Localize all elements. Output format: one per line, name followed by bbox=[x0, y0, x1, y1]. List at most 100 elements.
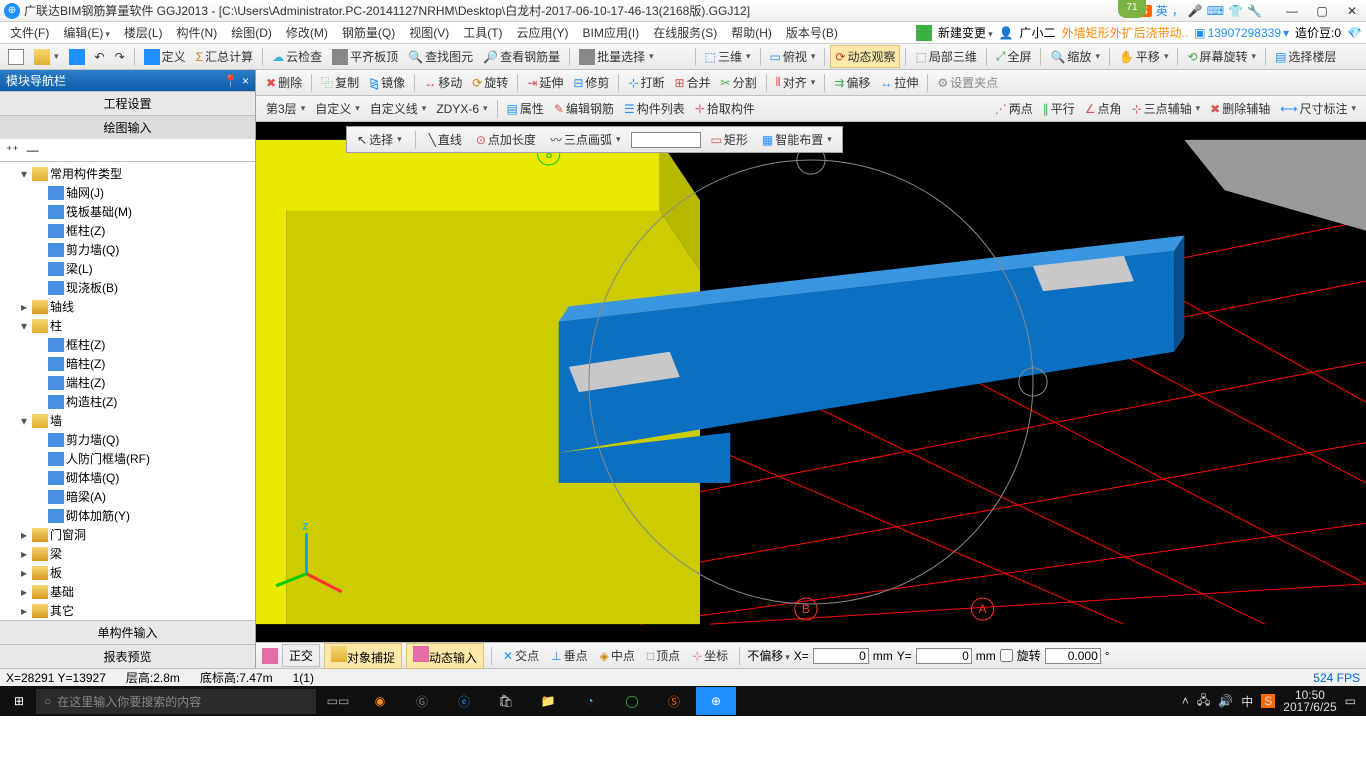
task-store[interactable]: 🛍 bbox=[486, 687, 526, 715]
copy-button[interactable]: ⿻复制 bbox=[317, 72, 363, 93]
point-angle-button[interactable]: ∠点角 bbox=[1081, 98, 1126, 119]
tree-node[interactable]: 构造柱(Z) bbox=[0, 392, 255, 411]
rotate-button[interactable]: ⟳旋转 bbox=[468, 72, 512, 93]
menu-edit[interactable]: 编辑(E) bbox=[57, 22, 116, 43]
save-button[interactable] bbox=[65, 47, 89, 67]
component-list-button[interactable]: ☰构件列表 bbox=[620, 98, 689, 119]
offset-button[interactable]: ⇉偏移 bbox=[830, 72, 874, 93]
align-button[interactable]: ⫴对齐 bbox=[772, 72, 820, 93]
tree-node[interactable]: 框柱(Z) bbox=[0, 335, 255, 354]
component-tree[interactable]: ▾常用构件类型轴网(J)筏板基础(M)框柱(Z)剪力墙(Q)梁(L)现浇板(B)… bbox=[0, 162, 255, 620]
ime-skin-icon[interactable]: 👕 bbox=[1228, 4, 1243, 18]
menu-help[interactable]: 帮助(H) bbox=[725, 22, 778, 43]
find-element-button[interactable]: 🔍查找图元 bbox=[404, 46, 477, 67]
tree-node[interactable]: ▸梁 bbox=[0, 544, 255, 563]
menu-version[interactable]: 版本号(B) bbox=[780, 22, 844, 43]
tab-project-settings[interactable]: 工程设置 bbox=[0, 91, 255, 115]
tray-ime-icon[interactable]: S bbox=[1261, 694, 1275, 708]
delete-axis-button[interactable]: ✖删除辅轴 bbox=[1206, 98, 1274, 119]
task-app-3[interactable]: ◔ bbox=[570, 687, 610, 715]
menu-file[interactable]: 文件(F) bbox=[4, 22, 55, 43]
score-badge[interactable]: 71 bbox=[1118, 0, 1146, 18]
tree-node[interactable]: 框柱(Z) bbox=[0, 221, 255, 240]
orbit-button[interactable]: ⟳动态观察 bbox=[830, 45, 900, 68]
merge-button[interactable]: ⊞合并 bbox=[671, 72, 715, 93]
arc-tool[interactable]: 〰 三点画弧 bbox=[546, 129, 625, 150]
tray-up-icon[interactable]: ˄ bbox=[1182, 694, 1189, 708]
tree-node[interactable]: 现浇板(B) bbox=[0, 278, 255, 297]
tree-node[interactable]: 筏板基础(M) bbox=[0, 202, 255, 221]
zoom-button[interactable]: 🔍缩放 bbox=[1046, 46, 1104, 67]
tray-net-icon[interactable]: 🖧 bbox=[1197, 691, 1210, 712]
user-name[interactable]: 广小二 bbox=[1020, 24, 1056, 41]
edit-rebar-button[interactable]: ✎编辑钢筋 bbox=[550, 98, 618, 119]
redo-button[interactable]: ↷ bbox=[111, 48, 129, 66]
snap-coord[interactable]: ⊹坐标 bbox=[688, 645, 732, 666]
menu-component[interactable]: 构件(N) bbox=[171, 22, 224, 43]
tree-node[interactable]: ▸门窗洞 bbox=[0, 525, 255, 544]
line-tool[interactable]: ╲ 直线 bbox=[425, 129, 466, 150]
task-app-5[interactable]: Ⓢ bbox=[654, 687, 694, 715]
point-length-tool[interactable]: ⊙点加长度 bbox=[472, 129, 540, 150]
arc-input[interactable] bbox=[631, 132, 701, 148]
menu-rebar[interactable]: 钢筋量(Q) bbox=[336, 22, 401, 43]
define-button[interactable]: 定义 bbox=[140, 46, 190, 67]
tree-node[interactable]: ▸基础 bbox=[0, 582, 255, 601]
tree-node[interactable]: 剪力墙(Q) bbox=[0, 430, 255, 449]
task-view-icon[interactable]: ▭▭ bbox=[318, 687, 358, 715]
snap-intersect[interactable]: ✕交点 bbox=[499, 645, 543, 666]
break-button[interactable]: ⊹打断 bbox=[624, 72, 668, 93]
rect-tool[interactable]: ▭矩形 bbox=[707, 129, 752, 150]
tree-node[interactable]: 剪力墙(Q) bbox=[0, 240, 255, 259]
view-rebar-button[interactable]: 🔎查看钢筋量 bbox=[479, 46, 564, 67]
mirror-button[interactable]: ⧎镜像 bbox=[365, 72, 409, 93]
menu-online[interactable]: 在线服务(S) bbox=[647, 22, 723, 43]
ortho-button[interactable]: 正交 bbox=[282, 644, 320, 667]
grip-button[interactable]: ⚙设置夹点 bbox=[933, 72, 1002, 93]
tree-node[interactable]: ▸板 bbox=[0, 563, 255, 582]
tree-node[interactable]: 端柱(Z) bbox=[0, 373, 255, 392]
sum-button[interactable]: Σ汇总计算 bbox=[192, 46, 257, 67]
ime-wrench-icon[interactable]: 🔧 bbox=[1247, 4, 1262, 18]
floor-select-button[interactable]: ▤选择楼层 bbox=[1271, 46, 1340, 67]
rotate-checkbox[interactable] bbox=[1000, 649, 1013, 662]
snap-mid[interactable]: ◈中点 bbox=[596, 645, 639, 666]
split-button[interactable]: ✂分割 bbox=[717, 72, 761, 93]
two-point-button[interactable]: ⋰两点 bbox=[991, 98, 1037, 119]
tray-vol-icon[interactable]: 🔊 bbox=[1218, 694, 1233, 708]
move-button[interactable]: ↔移动 bbox=[420, 72, 466, 93]
dim-button[interactable]: ⟷尺寸标注 bbox=[1276, 98, 1360, 119]
dyn-input-button[interactable]: 动态输入 bbox=[406, 643, 484, 669]
three-point-axis-button[interactable]: ⊹三点辅轴 bbox=[1128, 98, 1205, 119]
screen-rotate-button[interactable]: ⟲屏幕旋转 bbox=[1183, 46, 1260, 67]
sidebar-close-icon[interactable]: × bbox=[242, 74, 249, 88]
3d-button[interactable]: ⬚三维 bbox=[701, 46, 755, 67]
smart-layout-tool[interactable]: ▦智能布置 bbox=[758, 129, 836, 150]
undo-button[interactable]: ↶ bbox=[91, 48, 109, 66]
minimize-button[interactable]: — bbox=[1282, 4, 1302, 18]
phone-badge[interactable]: ▣13907298339▾ bbox=[1194, 26, 1289, 40]
task-edge[interactable]: ⓔ bbox=[444, 687, 484, 715]
ime-keyboard-icon[interactable]: ⌨ bbox=[1207, 4, 1224, 18]
maximize-button[interactable]: ▢ bbox=[1312, 4, 1332, 18]
tree-node[interactable]: ▾常用构件类型 bbox=[0, 164, 255, 183]
line-selector[interactable]: 自定义线 bbox=[366, 98, 431, 119]
task-app-4[interactable]: ◯ bbox=[612, 687, 652, 715]
viewport-3d[interactable]: ↖ 选择 ╲ 直线 ⊙点加长度 〰 三点画弧 ▭矩形 ▦智能布置 bbox=[256, 122, 1366, 642]
cloud-check-button[interactable]: ☁云检查 bbox=[268, 46, 326, 67]
trim-button[interactable]: ⊟修剪 bbox=[569, 72, 613, 93]
tree-node[interactable]: ▾墙 bbox=[0, 411, 255, 430]
tray-notif-icon[interactable]: ▭ bbox=[1345, 694, 1356, 708]
rotate-input[interactable] bbox=[1045, 648, 1101, 664]
stretch-button[interactable]: ↔拉伸 bbox=[876, 72, 922, 93]
tree-node[interactable]: 砌体加筋(Y) bbox=[0, 506, 255, 525]
tab-single-component[interactable]: 单构件输入 bbox=[0, 620, 255, 644]
menu-draw[interactable]: 绘图(D) bbox=[225, 22, 278, 43]
taskbar-search[interactable]: ○在这里输入你要搜索的内容 bbox=[36, 689, 316, 714]
osnap-button[interactable]: 对象捕捉 bbox=[324, 643, 402, 669]
pan-button[interactable]: ✋平移 bbox=[1115, 46, 1173, 67]
menu-bim[interactable]: BIM应用(I) bbox=[577, 22, 646, 43]
tree-node[interactable]: ▾柱 bbox=[0, 316, 255, 335]
delete-button[interactable]: ✖删除 bbox=[262, 72, 306, 93]
properties-button[interactable]: ▤属性 bbox=[503, 98, 548, 119]
